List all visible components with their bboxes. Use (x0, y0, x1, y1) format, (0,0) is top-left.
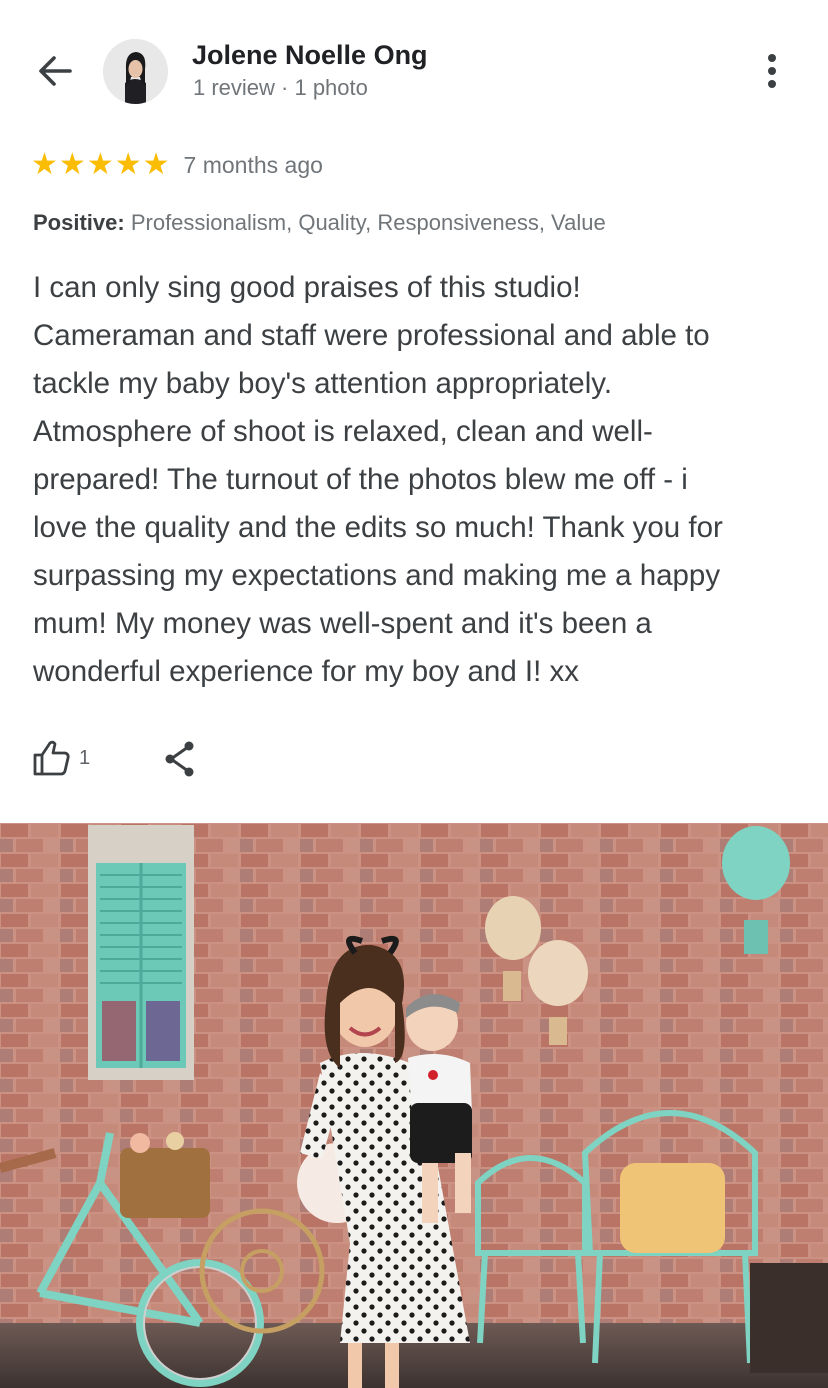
review-line: tackle my baby boy's attention appropria… (33, 367, 613, 400)
star-icon: ★ (31, 148, 58, 181)
review-header: Jolene Noelle Ong 1 review · 1 photo (0, 0, 828, 140)
star-icon: ★ (58, 148, 86, 181)
back-button[interactable] (30, 46, 80, 96)
review-line: prepared! The turnout of the photos blew… (33, 463, 688, 496)
review-line: Cameraman and staff were professional an… (33, 319, 710, 352)
positive-label: Positive: (33, 210, 125, 235)
user-meta: 1 review · 1 photo (193, 75, 368, 100)
review-line: Atmosphere of shoot is relaxed, clean an… (33, 415, 653, 448)
review-line: mum! My money was well-spent and it's be… (33, 607, 652, 640)
avatar[interactable] (103, 39, 168, 104)
review-time: 7 months ago (183, 151, 323, 178)
rating-row: ★ ★ ★ ★ ★ 7 months ago (31, 148, 323, 182)
user-name[interactable]: Jolene Noelle Ong (192, 40, 428, 71)
review-photo-image (0, 823, 828, 1388)
more-options-button[interactable] (750, 48, 794, 96)
like-count: 1 (79, 746, 91, 769)
like-button[interactable]: 1 (31, 736, 90, 780)
arrow-back-icon (39, 56, 72, 86)
star-icon: ★ (142, 148, 170, 181)
star-icon: ★ (114, 148, 142, 181)
review-line: wonderful experience for my boy and I! x… (33, 655, 580, 688)
positive-attributes: Positive: Professionalism, Quality, Resp… (33, 210, 606, 236)
star-icon: ★ (86, 148, 114, 181)
more-vert-icon (768, 54, 776, 88)
positive-items: Professionalism, Quality, Responsiveness… (130, 210, 606, 235)
share-button[interactable] (160, 739, 200, 779)
review-line: I can only sing good praises of this stu… (33, 271, 581, 304)
review-text: I can only sing good praises of this stu… (33, 264, 808, 696)
thumb-up-icon (33, 740, 70, 776)
star-rating: ★ ★ ★ ★ ★ (31, 150, 170, 180)
share-icon (165, 741, 194, 777)
review-line: love the quality and the edits so much! … (33, 511, 723, 544)
review-line: surpassing my expectations and making me… (33, 559, 721, 592)
review-photo[interactable] (0, 823, 828, 1388)
